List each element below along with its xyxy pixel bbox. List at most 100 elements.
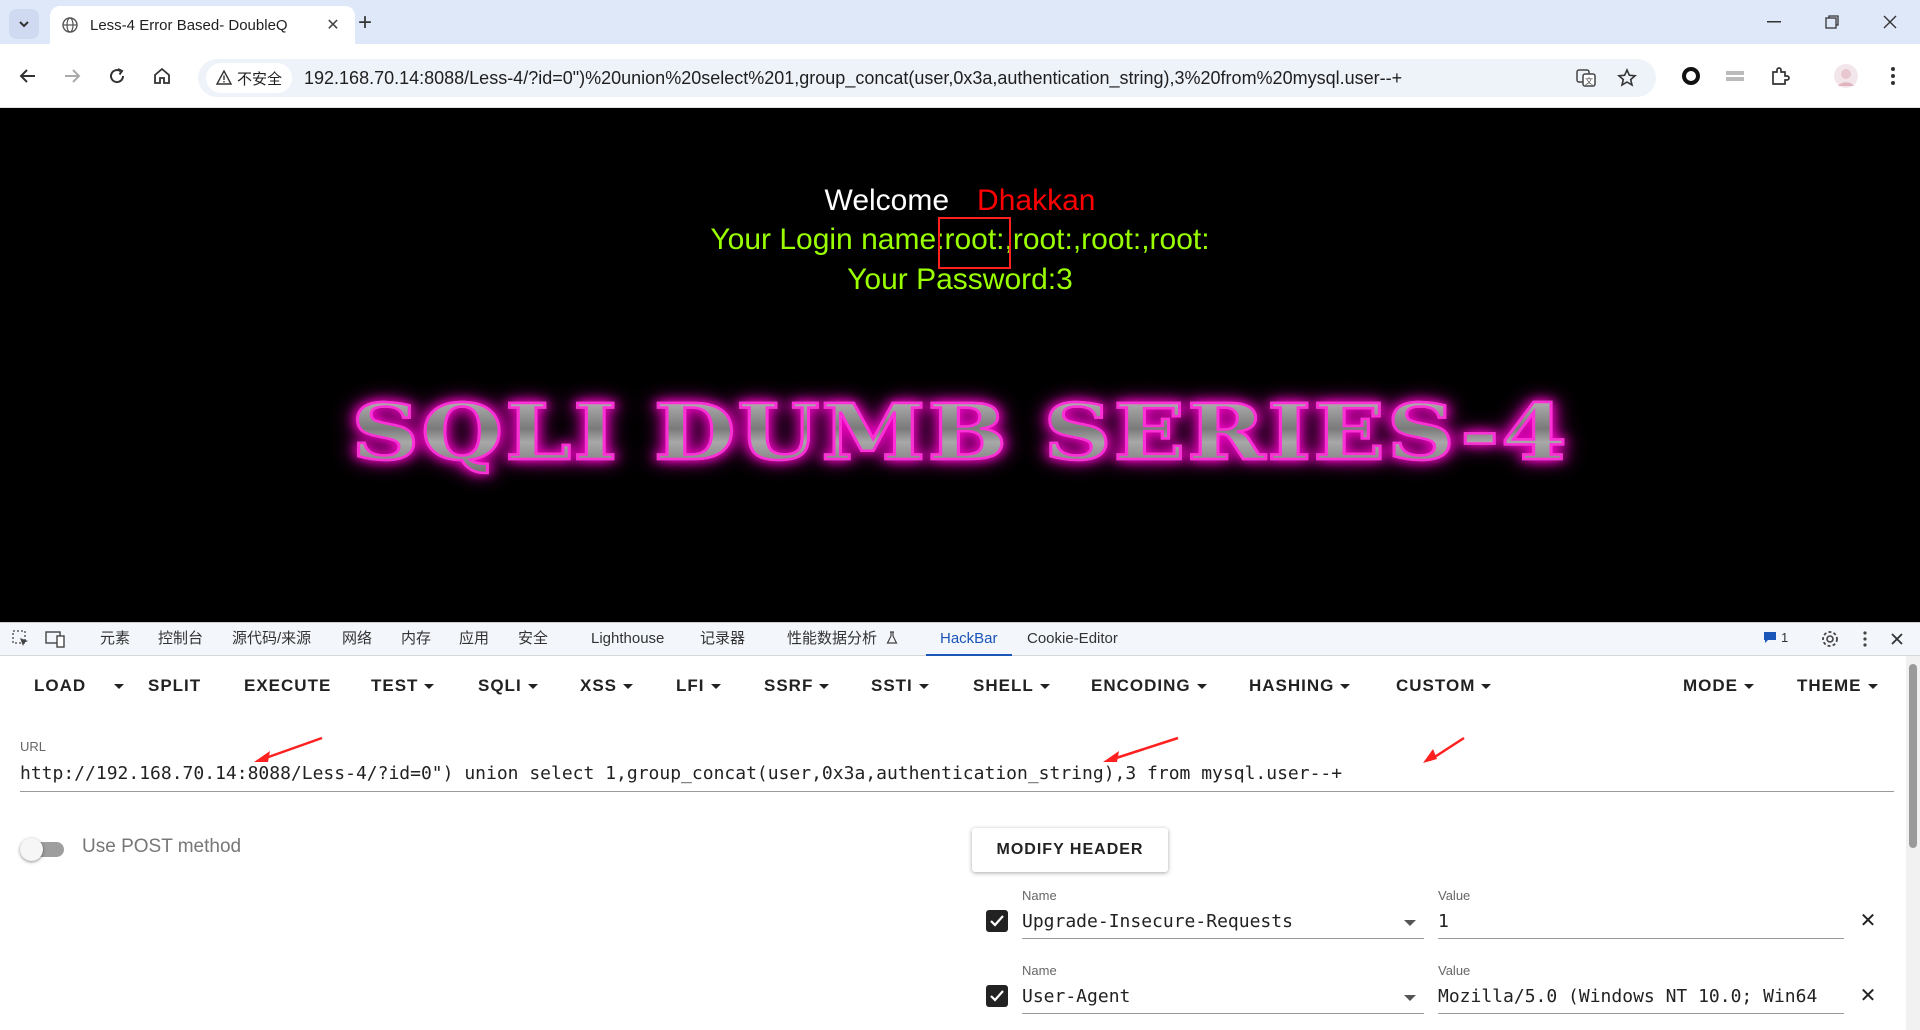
theme-menu[interactable]: THEME <box>1797 656 1878 716</box>
sqli-label: SQLI <box>478 676 522 695</box>
header-value-input[interactable]: 1 <box>1438 905 1844 939</box>
devtools-tab[interactable]: 应用 <box>459 623 489 656</box>
custom-label: CUSTOM <box>1396 676 1476 695</box>
lfi-menu[interactable]: LFI <box>676 656 721 716</box>
devtools-tab[interactable]: 安全 <box>518 623 548 656</box>
warning-icon <box>216 70 232 85</box>
sqli-menu[interactable]: SQLI <box>478 656 538 716</box>
extensions-puzzle-icon[interactable] <box>1764 60 1796 92</box>
header-enabled-checkbox[interactable] <box>986 985 1008 1007</box>
devtools-menu-icon[interactable] <box>1853 628 1877 650</box>
chevron-down-icon <box>19 21 29 28</box>
devtools-tab[interactable]: 控制台 <box>158 623 203 656</box>
device-toolbar-icon[interactable] <box>43 628 67 650</box>
encoding-menu[interactable]: ENCODING <box>1091 656 1207 716</box>
header-value-label: Value <box>1438 888 1471 903</box>
devtools-tab[interactable]: 元素 <box>100 623 130 656</box>
devtools-panel: 元素 控制台 源代码/来源 网络 内存 应用 安全 Lighthouse 记录器… <box>0 622 1920 1030</box>
split-button[interactable]: SPLIT <box>148 656 201 716</box>
security-indicator[interactable]: 不安全 <box>206 63 293 93</box>
ssti-menu[interactable]: SSTI <box>871 656 929 716</box>
ssti-label: SSTI <box>871 676 913 695</box>
hackbar-toolbar: LOAD SPLIT EXECUTE TEST SQLI XSS LFI SSR… <box>0 656 1905 716</box>
execute-button[interactable]: EXECUTE <box>244 656 331 716</box>
devtools-scrollbar[interactable] <box>1906 656 1920 1030</box>
restore-icon[interactable] <box>1803 0 1861 44</box>
devtools-tab-bar: 元素 控制台 源代码/来源 网络 内存 应用 安全 Lighthouse 记录器… <box>0 623 1920 656</box>
devtools-tab[interactable]: 内存 <box>401 623 431 656</box>
header-name-select[interactable]: Upgrade-Insecure-Requests <box>1022 905 1424 939</box>
address-bar[interactable]: 不安全 192.168.70.14:8088/Less-4/?id=0")%20… <box>198 59 1656 97</box>
scrollbar-thumb[interactable] <box>1909 664 1917 848</box>
header-name-select[interactable]: User-Agent <box>1022 980 1424 1014</box>
caret-down-icon <box>918 684 929 690</box>
hashing-menu[interactable]: HASHING <box>1249 656 1351 716</box>
custom-menu[interactable]: CUSTOM <box>1396 656 1492 716</box>
caret-down-icon <box>1340 684 1351 690</box>
header-row: Name User-Agent Value Mozilla/5.0 (Windo… <box>980 963 1880 1023</box>
header-name-value: User-Agent <box>1022 986 1131 1007</box>
xss-label: XSS <box>580 676 618 695</box>
caret-down-icon <box>1867 684 1878 690</box>
post-method-toggle[interactable] <box>20 837 68 861</box>
issues-badge[interactable]: 1 <box>1763 630 1788 645</box>
devtools-tab[interactable]: 记录器 <box>700 623 745 656</box>
mode-menu[interactable]: MODE <box>1683 656 1754 716</box>
caret-down-icon <box>710 684 721 690</box>
inspect-element-icon[interactable] <box>9 628 33 650</box>
delete-header-icon[interactable]: ✕ <box>1856 983 1880 1007</box>
tab-strip: Less-4 Error Based- DoubleQ ✕ + <box>0 0 1920 44</box>
bookmark-star-icon[interactable] <box>1616 67 1638 89</box>
profile-avatar[interactable] <box>1830 60 1862 92</box>
series-banner: SQLI DUMB SERIES-4 <box>330 378 1590 488</box>
dropdown-arrow-icon <box>1404 995 1416 1001</box>
extension-circle-icon[interactable] <box>1675 60 1707 92</box>
devtools-tab[interactable]: Cookie-Editor <box>1027 623 1118 656</box>
new-tab-icon[interactable]: + <box>352 9 378 36</box>
caret-down-icon <box>527 684 538 690</box>
devtools-settings-icon[interactable] <box>1818 628 1842 650</box>
ssrf-menu[interactable]: SSRF <box>764 656 830 716</box>
modify-header-button[interactable]: MODIFY HEADER <box>972 828 1168 872</box>
shell-menu[interactable]: SHELL <box>973 656 1050 716</box>
tab-close-icon[interactable]: ✕ <box>323 15 343 35</box>
load-dropdown-caret[interactable] <box>108 656 124 716</box>
back-icon[interactable] <box>12 60 44 92</box>
test-menu[interactable]: TEST <box>371 656 435 716</box>
header-name-label: Name <box>1022 963 1057 978</box>
devtools-tab[interactable]: Lighthouse <box>591 623 664 656</box>
encoding-label: ENCODING <box>1091 676 1191 695</box>
devtools-tab[interactable]: 源代码/来源 <box>232 623 311 656</box>
minimize-icon[interactable] <box>1745 0 1803 44</box>
close-window-icon[interactable] <box>1861 0 1919 44</box>
theme-label: THEME <box>1797 676 1862 695</box>
caret-down-icon <box>623 684 634 690</box>
dropdown-arrow-icon <box>1404 920 1416 926</box>
devtools-tab[interactable]: 性能数据分析 <box>787 623 898 656</box>
message-icon <box>1764 632 1776 643</box>
reload-icon[interactable] <box>101 60 133 92</box>
caret-down-icon <box>1039 684 1050 690</box>
caret-down-icon <box>424 684 435 690</box>
devtools-close-icon[interactable] <box>1885 628 1909 650</box>
url-text[interactable]: 192.168.70.14:8088/Less-4/?id=0")%20unio… <box>304 68 1402 89</box>
browser-menu-icon[interactable] <box>1877 60 1909 92</box>
delete-header-icon[interactable]: ✕ <box>1856 908 1880 932</box>
devtools-tab-hackbar[interactable]: HackBar <box>926 623 1012 656</box>
xss-menu[interactable]: XSS <box>580 656 634 716</box>
load-button[interactable]: LOAD <box>34 656 86 716</box>
caret-down-icon <box>1481 684 1492 690</box>
caret-down-icon <box>1196 684 1207 690</box>
tab-search-button[interactable] <box>9 9 39 39</box>
translate-icon[interactable]: 文 <box>1575 67 1597 89</box>
header-value-input[interactable]: Mozilla/5.0 (Windows NT 10.0; Win64 <box>1438 980 1844 1014</box>
forward-icon[interactable] <box>56 60 88 92</box>
browser-toolbar: 不安全 192.168.70.14:8088/Less-4/?id=0")%20… <box>0 44 1920 108</box>
home-icon[interactable] <box>146 60 178 92</box>
mode-label: MODE <box>1683 676 1738 695</box>
header-enabled-checkbox[interactable] <box>986 910 1008 932</box>
browser-tab[interactable]: Less-4 Error Based- DoubleQ ✕ <box>50 6 355 44</box>
caret-down-icon <box>819 684 830 690</box>
devtools-tab[interactable]: 网络 <box>342 623 372 656</box>
extension-hackbar-icon[interactable] <box>1719 60 1751 92</box>
